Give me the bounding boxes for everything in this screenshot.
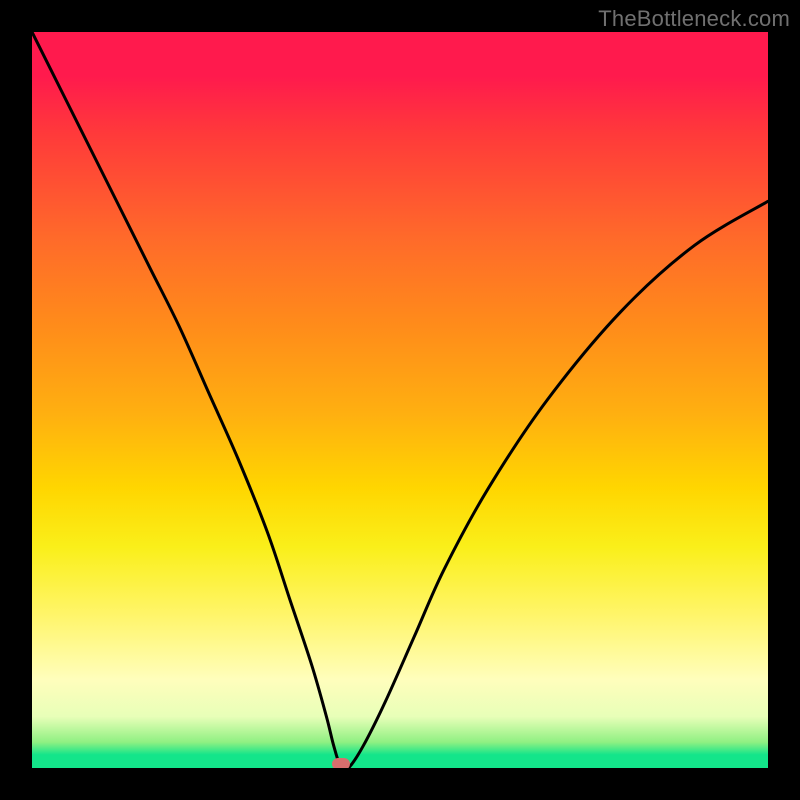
- bottleneck-curve: [32, 32, 768, 768]
- optimum-marker: [332, 758, 350, 768]
- plot-area: [32, 32, 768, 768]
- watermark-label: TheBottleneck.com: [598, 6, 790, 32]
- chart-frame: TheBottleneck.com: [0, 0, 800, 800]
